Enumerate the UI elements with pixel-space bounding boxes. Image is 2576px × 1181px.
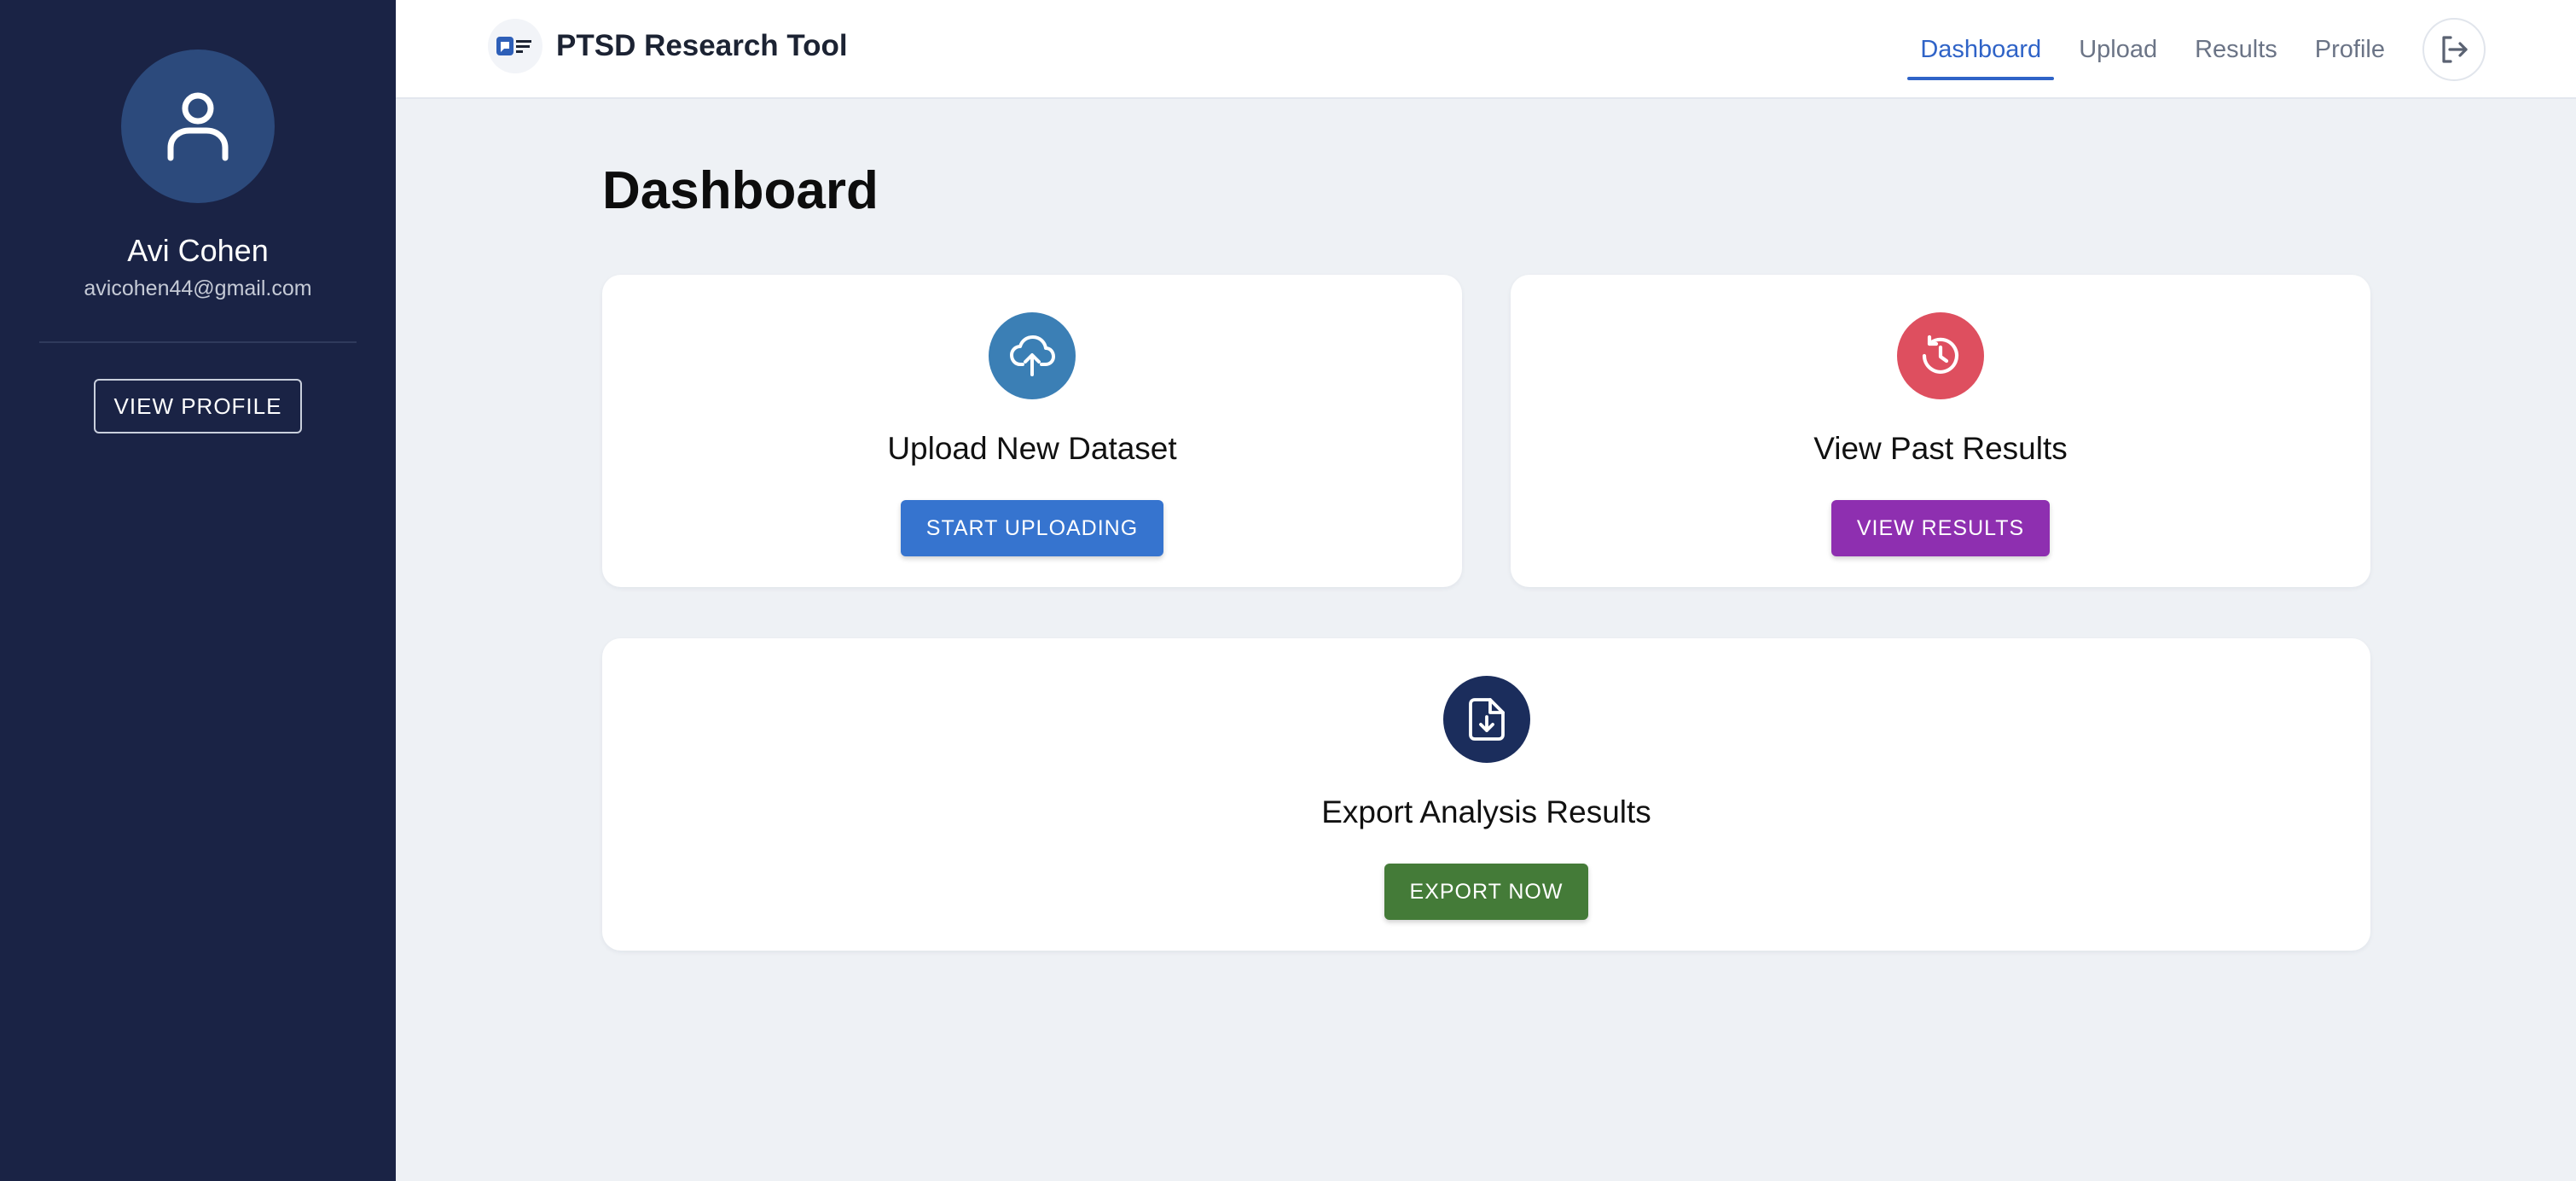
view-results-button[interactable]: VIEW RESULTS xyxy=(1830,500,2051,556)
app-root: Avi Cohen avicohen44@gmail.com VIEW PROF… xyxy=(0,0,2576,1181)
user-icon xyxy=(167,92,229,161)
logout-button[interactable] xyxy=(2422,18,2486,81)
logout-icon xyxy=(2442,36,2468,63)
cloud-upload-icon xyxy=(1010,335,1055,376)
view-profile-button[interactable]: VIEW PROFILE xyxy=(94,379,302,433)
past-results-card: View Past Results VIEW RESULTS xyxy=(1511,275,2370,587)
upload-dataset-card: Upload New Dataset START UPLOADING xyxy=(602,275,1462,587)
sidebar-divider xyxy=(39,341,357,343)
sidebar: Avi Cohen avicohen44@gmail.com VIEW PROF… xyxy=(0,0,396,1181)
results-card-title: View Past Results xyxy=(1813,431,2068,466)
export-now-button[interactable]: EXPORT NOW xyxy=(1384,864,1589,920)
user-name: Avi Cohen xyxy=(127,233,269,268)
user-email: avicohen44@gmail.com xyxy=(84,276,312,300)
upload-icon-circle xyxy=(989,312,1076,399)
avatar xyxy=(121,49,275,203)
history-icon-circle xyxy=(1897,312,1984,399)
main-nav: Dashboard Upload Results Profile xyxy=(1883,0,2486,99)
app-logo xyxy=(488,19,542,73)
nav-upload[interactable]: Upload xyxy=(2079,0,2157,99)
export-results-card: Export Analysis Results EXPORT NOW xyxy=(602,638,2370,951)
nav-dashboard[interactable]: Dashboard xyxy=(1907,0,2055,99)
logo-icon xyxy=(496,37,531,55)
file-download-icon xyxy=(1468,698,1505,741)
nav-profile[interactable]: Profile xyxy=(2315,0,2385,99)
start-uploading-button[interactable]: START UPLOADING xyxy=(900,500,1164,556)
app-title: PTSD Research Tool xyxy=(556,29,848,62)
export-card-title: Export Analysis Results xyxy=(1321,794,1651,829)
nav-results[interactable]: Results xyxy=(2195,0,2277,99)
history-icon xyxy=(1922,335,1959,374)
top-bar: PTSD Research Tool Dashboard Upload Resu… xyxy=(396,0,2576,99)
export-icon-circle xyxy=(1442,676,1530,763)
brand[interactable]: PTSD Research Tool xyxy=(488,19,848,73)
page-title: Dashboard xyxy=(602,161,879,220)
upload-card-title: Upload New Dataset xyxy=(887,431,1177,466)
